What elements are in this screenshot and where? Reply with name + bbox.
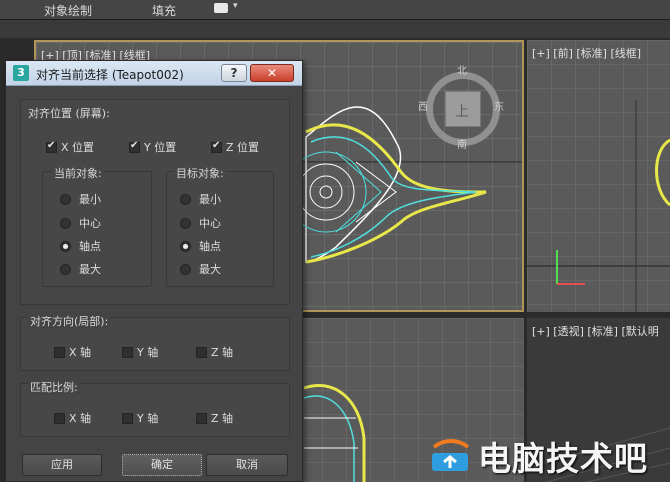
orient-y-check[interactable] — [122, 346, 133, 358]
apply-button[interactable]: 应用 — [22, 454, 102, 476]
ribbon-panel-strip — [0, 20, 670, 38]
target-center-dot[interactable] — [180, 217, 191, 229]
scale-x-checkbox[interactable]: X 轴 — [54, 410, 91, 426]
align-selection-dialog[interactable]: 3 对齐当前选择 (Teapot002) ? ✕ 对齐位置 (屏幕): X 位置… — [5, 60, 303, 482]
scale-z-check[interactable] — [196, 412, 207, 424]
current-min-radio[interactable]: 最小 — [60, 191, 101, 207]
align-orientation-label: 对齐方向(局部): — [28, 313, 111, 329]
target-max-radio[interactable]: 最大 — [180, 261, 221, 277]
current-min-dot[interactable] — [60, 193, 71, 205]
viewcube-west[interactable]: 西 — [418, 98, 428, 113]
watermark-logo-icon — [432, 439, 470, 471]
align-position-label: 对齐位置 (屏幕): — [28, 107, 110, 120]
cancel-button[interactable]: 取消 — [206, 454, 288, 476]
current-max-label: 最大 — [79, 263, 101, 276]
target-max-label: 最大 — [199, 263, 221, 276]
viewcube-east[interactable]: 东 — [494, 98, 504, 113]
target-center-label: 中心 — [199, 217, 221, 230]
help-button[interactable]: ? — [221, 64, 247, 82]
ok-button[interactable]: 确定 — [122, 454, 202, 476]
orient-y-checkbox[interactable]: Y 轴 — [122, 344, 158, 360]
current-center-radio[interactable]: 中心 — [60, 215, 101, 231]
target-center-radio[interactable]: 中心 — [180, 215, 221, 231]
current-min-label: 最小 — [79, 193, 101, 206]
front-axis-gizmo — [527, 100, 670, 312]
scale-x-label: X 轴 — [69, 412, 92, 425]
max-app-icon: 3 — [13, 65, 29, 81]
target-pivot-radio[interactable]: 轴点 — [180, 238, 221, 254]
viewcube-face[interactable]: 上 — [445, 91, 481, 127]
orient-z-checkbox[interactable]: Z 轴 — [196, 344, 233, 360]
target-min-dot[interactable] — [180, 193, 191, 205]
current-max-dot[interactable] — [60, 263, 71, 275]
orient-x-label: X 轴 — [69, 346, 92, 359]
scale-y-label: Y 轴 — [137, 412, 159, 425]
viewport-front[interactable]: [+] [前] [标准] [线框] — [527, 40, 670, 312]
x-position-check[interactable] — [46, 140, 57, 153]
target-min-label: 最小 — [199, 193, 221, 206]
dialog-title: 对齐当前选择 (Teapot002) — [36, 68, 184, 82]
orient-y-label: Y 轴 — [137, 346, 159, 359]
orient-z-check[interactable] — [196, 346, 207, 358]
watermark: 电脑技术吧 — [428, 432, 648, 480]
chevron-down-icon[interactable]: ▾ — [233, 1, 238, 11]
scale-z-checkbox[interactable]: Z 轴 — [196, 410, 233, 426]
viewcube-north[interactable]: 北 — [457, 62, 467, 77]
scale-y-check[interactable] — [122, 412, 133, 424]
z-position-checkbox[interactable]: Z 位置 — [211, 139, 259, 155]
current-pivot-label: 轴点 — [79, 240, 101, 253]
ribbon-object-paint[interactable]: 对象绘制 — [44, 2, 92, 19]
viewcube-face-label: 上 — [455, 104, 469, 120]
current-pivot-radio[interactable]: 轴点 — [60, 238, 101, 254]
target-min-radio[interactable]: 最小 — [180, 191, 221, 207]
current-max-radio[interactable]: 最大 — [60, 261, 101, 277]
ribbon-display-icon[interactable] — [214, 3, 228, 13]
y-position-checkbox[interactable]: Y 位置 — [129, 139, 176, 155]
z-position-label: Z 位置 — [226, 141, 260, 154]
orient-x-checkbox[interactable]: X 轴 — [54, 344, 91, 360]
viewcube-south[interactable]: 南 — [457, 136, 467, 151]
dialog-titlebar[interactable]: 3 对齐当前选择 (Teapot002) ? ✕ — [6, 61, 302, 86]
current-center-label: 中心 — [79, 217, 101, 230]
z-position-check[interactable] — [211, 140, 222, 153]
target-pivot-label: 轴点 — [199, 240, 221, 253]
y-position-label: Y 位置 — [144, 141, 177, 154]
y-position-check[interactable] — [129, 140, 140, 153]
target-max-dot[interactable] — [180, 263, 191, 275]
match-scale-label: 匹配比例: — [28, 379, 80, 395]
scale-y-checkbox[interactable]: Y 轴 — [122, 410, 158, 426]
target-object-label: 目标对象: — [174, 165, 226, 181]
orient-z-label: Z 轴 — [211, 346, 234, 359]
ribbon-bar: 对象绘制 填充 ▾ — [0, 0, 670, 20]
scale-x-check[interactable] — [54, 412, 65, 424]
close-button[interactable]: ✕ — [250, 64, 294, 82]
x-position-label: X 位置 — [61, 141, 95, 154]
watermark-text: 电脑技术吧 — [478, 439, 648, 478]
scale-z-label: Z 轴 — [211, 412, 234, 425]
current-object-label: 当前对象: — [52, 165, 104, 181]
target-pivot-dot[interactable] — [180, 240, 191, 252]
current-pivot-dot[interactable] — [60, 240, 71, 252]
current-center-dot[interactable] — [60, 217, 71, 229]
orient-x-check[interactable] — [54, 346, 65, 358]
x-position-checkbox[interactable]: X 位置 — [46, 139, 94, 155]
ribbon-populate[interactable]: 填充 — [152, 2, 176, 19]
